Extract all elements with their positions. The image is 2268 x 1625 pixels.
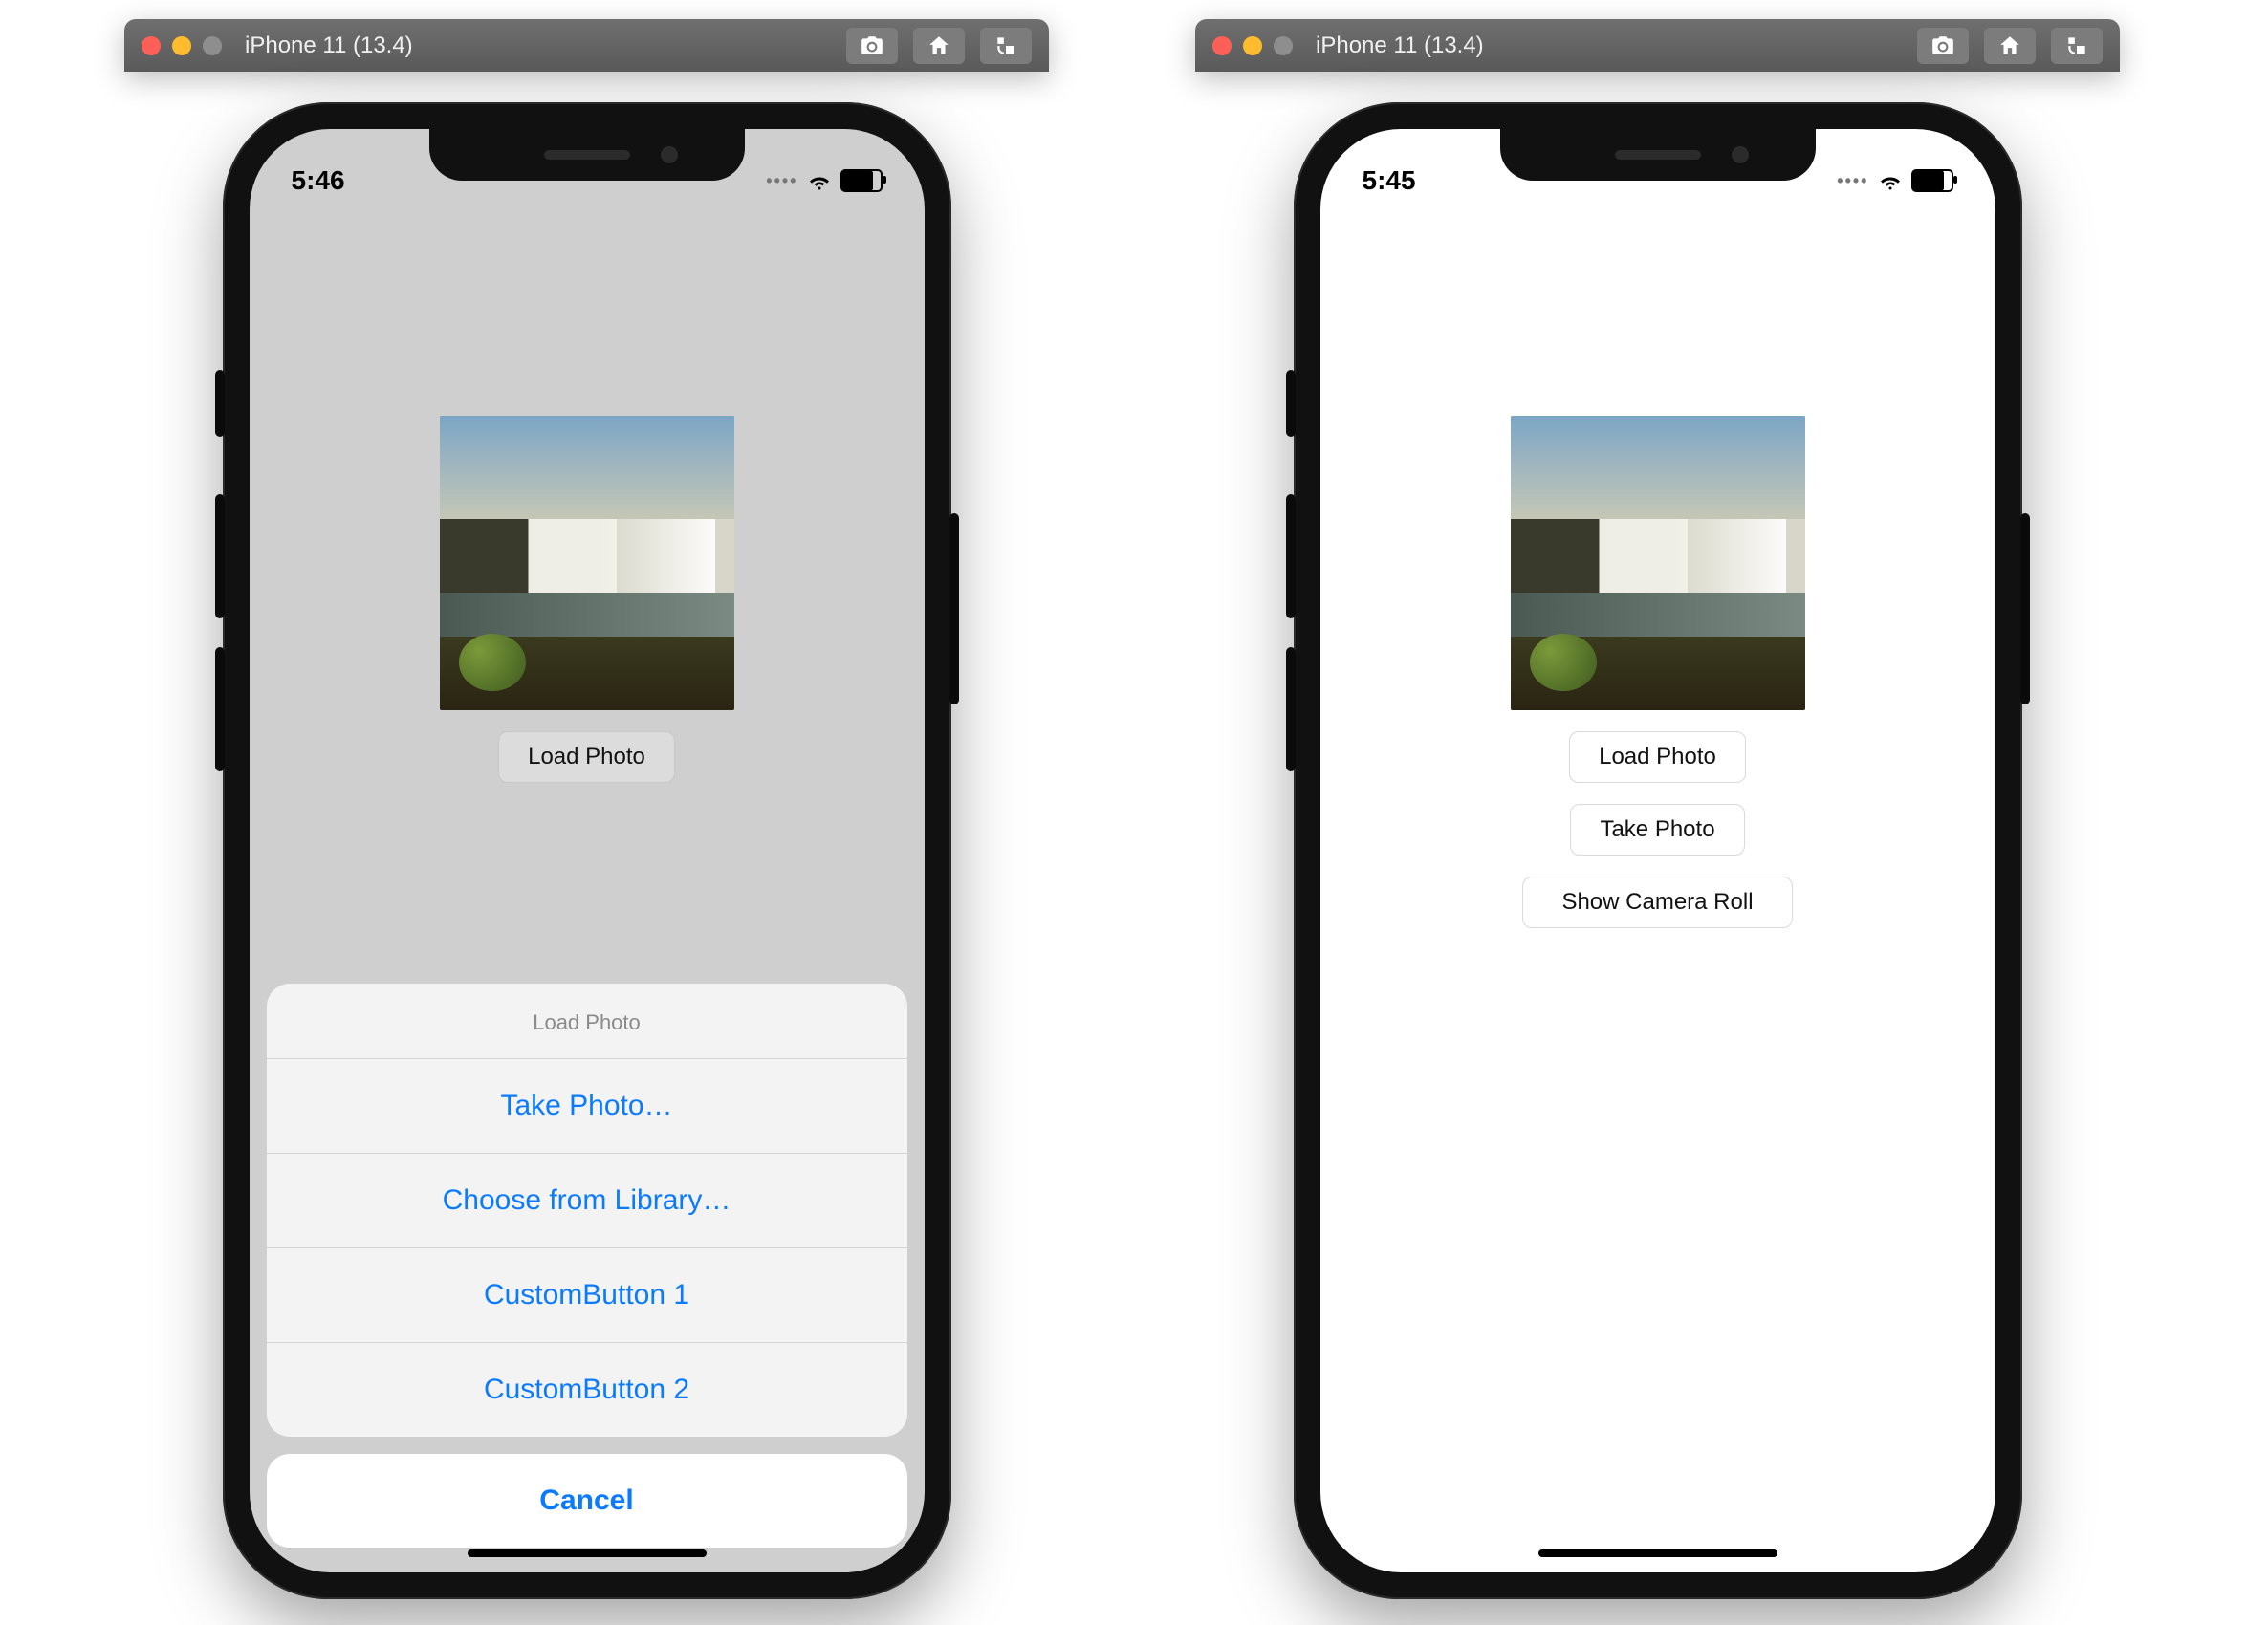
side-button[interactable] bbox=[2020, 513, 2030, 704]
front-camera-icon bbox=[1732, 146, 1749, 163]
status-time: 5:46 bbox=[292, 165, 345, 196]
rotate-button[interactable] bbox=[2051, 28, 2103, 64]
side-button[interactable] bbox=[949, 513, 959, 704]
status-time: 5:45 bbox=[1363, 165, 1416, 196]
screenshot-button[interactable] bbox=[846, 28, 898, 64]
home-button[interactable] bbox=[1984, 28, 2036, 64]
app-content: Load Photo Take Photo Show Camera Roll bbox=[1320, 129, 1995, 1572]
volume-up-button[interactable] bbox=[1286, 494, 1296, 618]
simulator-window-right: iPhone 11 (13.4) bbox=[1195, 19, 2120, 1599]
speaker-icon bbox=[544, 150, 630, 160]
zoom-window-icon[interactable] bbox=[1274, 36, 1293, 55]
device-notch bbox=[429, 129, 745, 181]
camera-icon bbox=[860, 33, 884, 58]
action-sheet-group: Load Photo Take Photo… Choose from Libra… bbox=[267, 984, 907, 1437]
close-window-icon[interactable] bbox=[1212, 36, 1232, 55]
action-choose-library[interactable]: Choose from Library… bbox=[267, 1154, 907, 1248]
camera-icon bbox=[1930, 33, 1955, 58]
device-frame: 5:46 •••• Load Photo bbox=[223, 102, 951, 1599]
battery-icon bbox=[840, 169, 883, 192]
rotate-icon bbox=[2064, 33, 2089, 58]
cellular-dots-icon: •••• bbox=[766, 171, 797, 191]
home-icon bbox=[1997, 33, 2022, 58]
device-screen[interactable]: 5:45 •••• Load Photo Take P bbox=[1320, 129, 1995, 1572]
action-sheet: Load Photo Take Photo… Choose from Libra… bbox=[267, 984, 907, 1548]
volume-up-button[interactable] bbox=[215, 494, 225, 618]
action-take-photo[interactable]: Take Photo… bbox=[267, 1059, 907, 1154]
home-icon bbox=[927, 33, 951, 58]
zoom-window-icon[interactable] bbox=[203, 36, 222, 55]
home-indicator[interactable] bbox=[1538, 1549, 1777, 1557]
window-title: iPhone 11 (13.4) bbox=[245, 32, 413, 59]
action-sheet-title: Load Photo bbox=[267, 984, 907, 1059]
device-notch bbox=[1500, 129, 1816, 181]
volume-down-button[interactable] bbox=[215, 647, 225, 771]
device-screen[interactable]: 5:46 •••• Load Photo bbox=[250, 129, 925, 1572]
window-titlebar[interactable]: iPhone 11 (13.4) bbox=[1195, 19, 2120, 72]
close-window-icon[interactable] bbox=[142, 36, 161, 55]
home-indicator[interactable] bbox=[468, 1549, 707, 1557]
rotate-icon bbox=[993, 33, 1018, 58]
screenshot-button[interactable] bbox=[1917, 28, 1969, 64]
show-camera-roll-button[interactable]: Show Camera Roll bbox=[1522, 877, 1792, 928]
window-title: iPhone 11 (13.4) bbox=[1316, 32, 1484, 59]
wifi-icon bbox=[1879, 169, 1902, 192]
home-button[interactable] bbox=[913, 28, 965, 64]
traffic-lights bbox=[142, 36, 222, 55]
window-titlebar[interactable]: iPhone 11 (13.4) bbox=[124, 19, 1049, 72]
preview-image bbox=[1511, 416, 1805, 710]
volume-down-button[interactable] bbox=[1286, 647, 1296, 771]
mute-switch[interactable] bbox=[1286, 370, 1296, 437]
cellular-dots-icon: •••• bbox=[1837, 171, 1868, 191]
minimize-window-icon[interactable] bbox=[172, 36, 191, 55]
device-frame: 5:45 •••• Load Photo Take P bbox=[1294, 102, 2022, 1599]
traffic-lights bbox=[1212, 36, 1293, 55]
minimize-window-icon[interactable] bbox=[1243, 36, 1262, 55]
action-custom-2[interactable]: CustomButton 2 bbox=[267, 1343, 907, 1437]
simulator-window-left: iPhone 11 (13.4) bbox=[124, 19, 1049, 1599]
load-photo-button[interactable]: Load Photo bbox=[1569, 731, 1746, 783]
speaker-icon bbox=[1615, 150, 1701, 160]
take-photo-button[interactable]: Take Photo bbox=[1570, 804, 1744, 856]
front-camera-icon bbox=[661, 146, 678, 163]
battery-icon bbox=[1911, 169, 1953, 192]
action-cancel[interactable]: Cancel bbox=[267, 1454, 907, 1548]
wifi-icon bbox=[808, 169, 831, 192]
mute-switch[interactable] bbox=[215, 370, 225, 437]
rotate-button[interactable] bbox=[980, 28, 1032, 64]
action-custom-1[interactable]: CustomButton 1 bbox=[267, 1248, 907, 1343]
